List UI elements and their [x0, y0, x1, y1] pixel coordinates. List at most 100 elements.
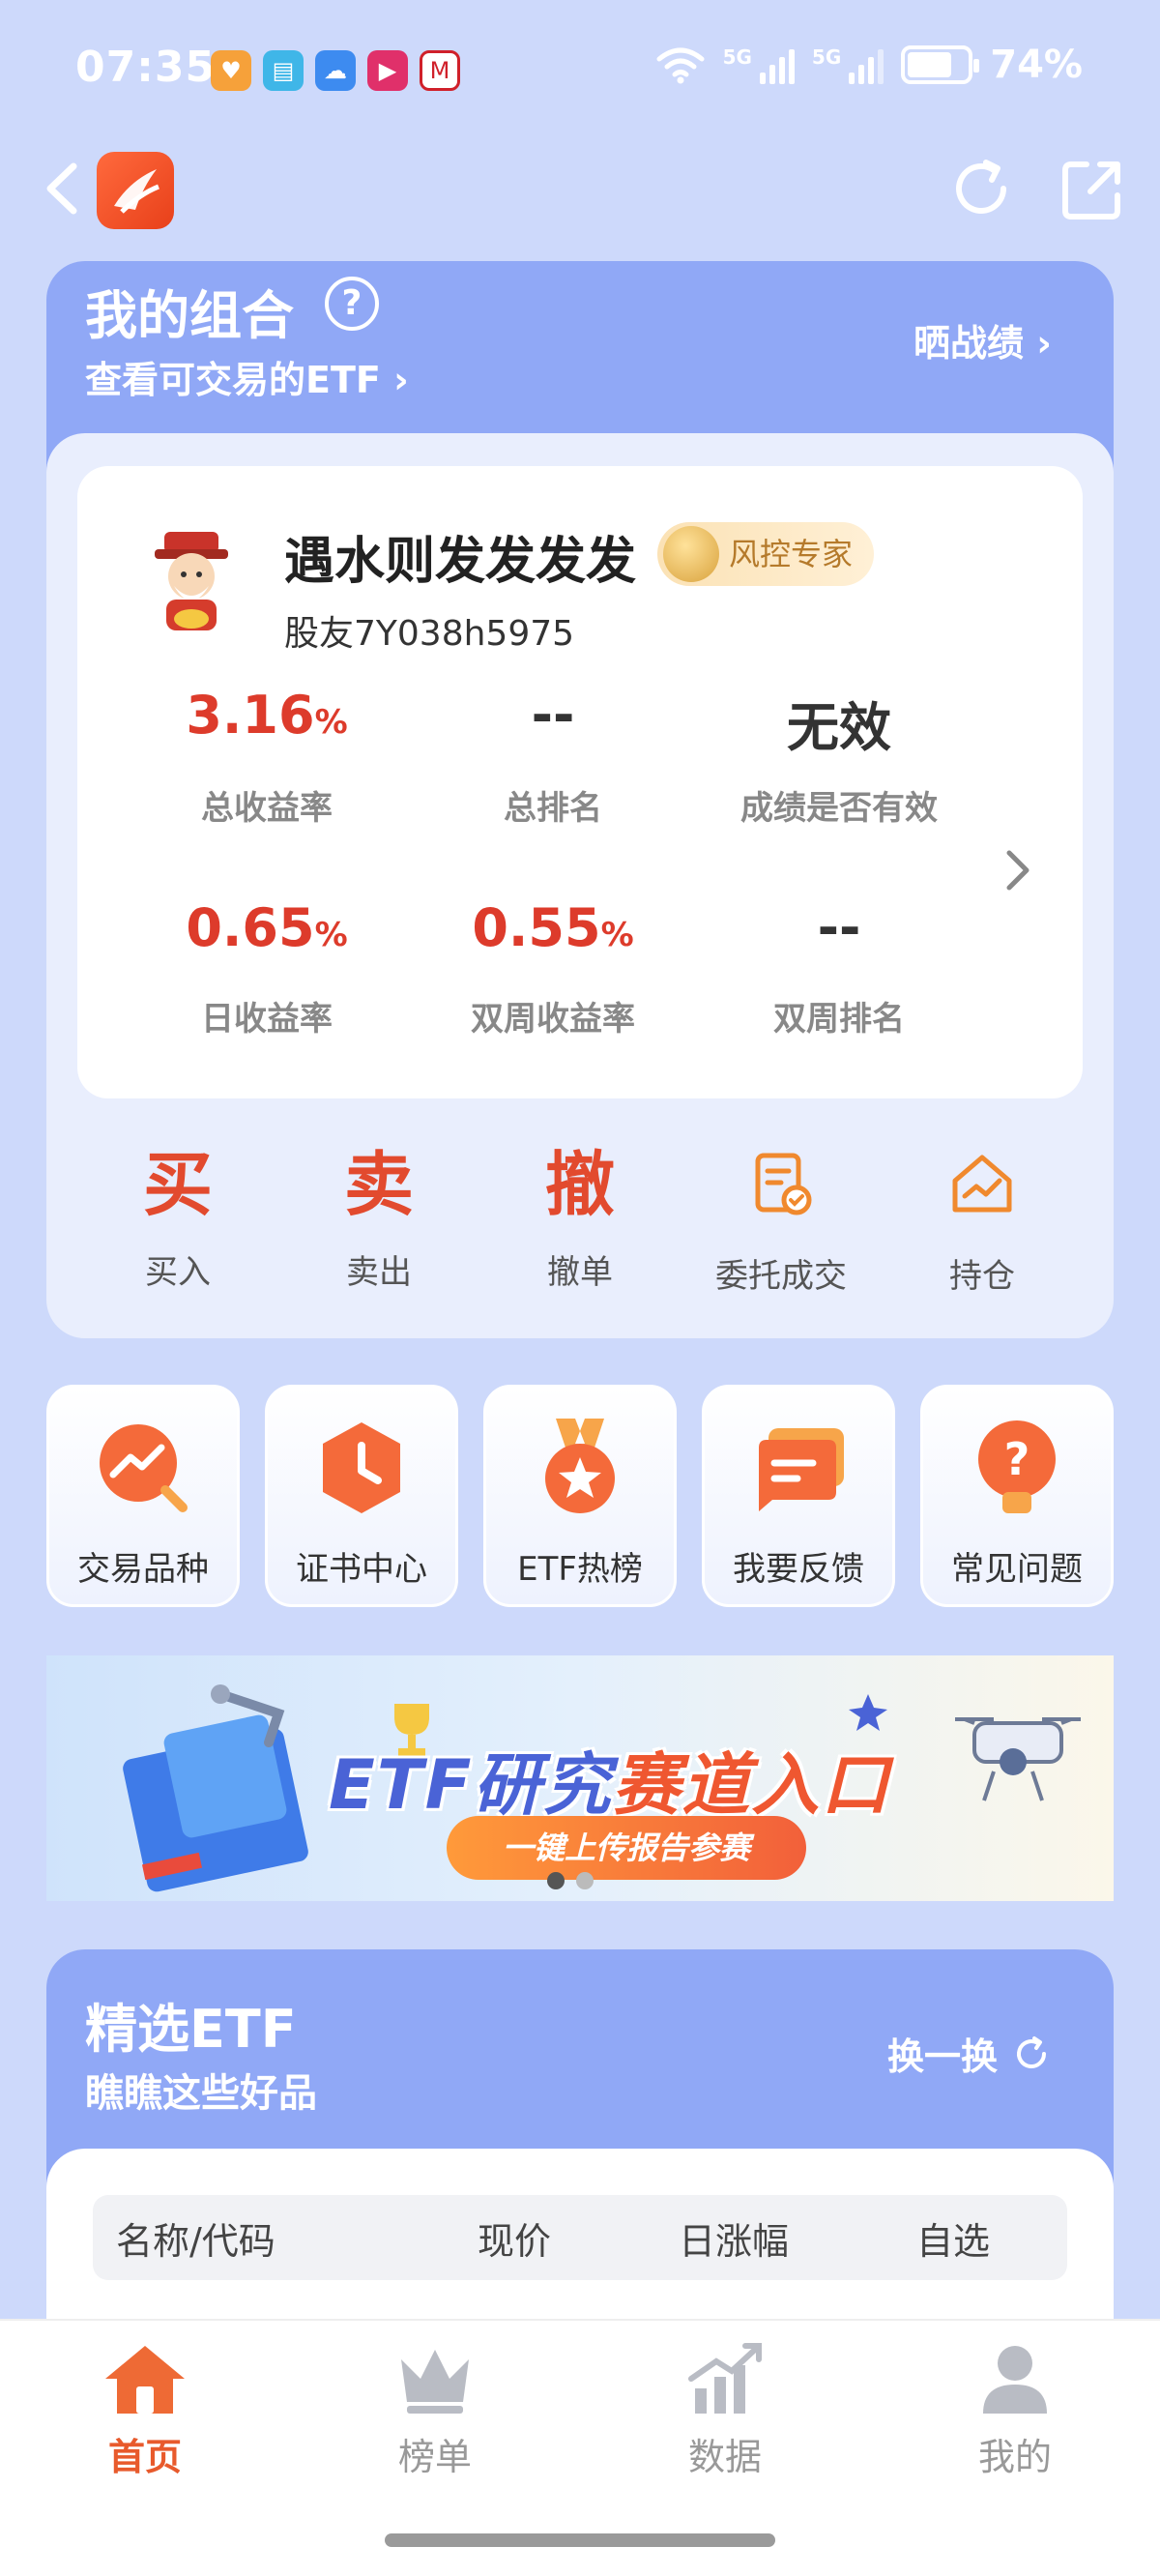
chevron-right-icon[interactable]: [1000, 841, 1038, 899]
portfolio-title: 我的组合: [85, 285, 294, 346]
tile-label: 证书中心: [296, 1550, 427, 1589]
tradable-etf-link[interactable]: 查看可交易的ETF ›: [85, 350, 409, 403]
carousel-dots: [547, 1872, 594, 1889]
featured-title: 精选ETF: [85, 1999, 297, 2060]
weather-app-icon: ☁: [315, 50, 356, 91]
question-bulb-icon: ?: [978, 1420, 1056, 1513]
home-icon: [105, 2346, 185, 2414]
swap-button[interactable]: 换一换: [887, 2027, 1052, 2080]
buy-button[interactable]: 买 买入: [81, 1141, 275, 1297]
orders-label: 委托成交: [715, 1257, 847, 1296]
biweekly-rank-label: 双周排名: [773, 1000, 905, 1039]
chat-bubble-icon: [755, 1428, 844, 1511]
carousel-dot-1[interactable]: [547, 1872, 565, 1889]
holdings-house-icon: [952, 1155, 1012, 1213]
tab-profile[interactable]: 我的: [918, 2340, 1112, 2480]
home-indicator[interactable]: [385, 2533, 775, 2547]
help-icon[interactable]: ?: [325, 277, 379, 331]
daily-return-value: 0.65%: [186, 897, 348, 958]
cancel-order-button[interactable]: 撤 撤单: [483, 1141, 677, 1297]
column-watchlist[interactable]: 自选: [916, 2211, 990, 2265]
column-daily-change[interactable]: 日涨幅: [679, 2211, 789, 2265]
heart-app-icon: ♥: [211, 50, 251, 91]
tab-data[interactable]: 数据: [628, 2340, 822, 2480]
svg-text:?: ?: [1004, 1433, 1030, 1485]
medal-star-icon: [545, 1419, 615, 1513]
refresh-icon[interactable]: [947, 155, 1015, 222]
wifi-icon: [656, 47, 705, 84]
tile-label: ETF热榜: [517, 1550, 643, 1589]
system-icons: 5G 5G 74%: [655, 43, 1083, 87]
tile-feedback[interactable]: 我要反馈: [702, 1385, 895, 1607]
banner-title-part2: 赛道入口: [612, 1745, 891, 1825]
tab-rankings[interactable]: 榜单: [338, 2340, 532, 2480]
total-rank-value: --: [531, 685, 575, 746]
share-icon[interactable]: [1058, 155, 1127, 224]
total-rank-label: 总排名: [504, 789, 602, 828]
validity-value: 无效: [787, 697, 891, 758]
tab-label: 我的: [977, 2436, 1052, 2478]
sell-icon: 卖: [343, 1144, 414, 1225]
avatar: [155, 532, 228, 630]
app-logo: [97, 152, 174, 229]
quick-tiles: 交易品种 证书中心 ETF热榜 我要反馈 ? 常见问题: [46, 1385, 1114, 1607]
banner-title: ETF研究赛道入口: [329, 1731, 890, 1829]
banner-title-part1: ETF研究: [329, 1745, 613, 1825]
network-type-2: 5G: [811, 45, 842, 69]
user-name: 遇水则发发发发: [284, 533, 637, 591]
cancel-order-icon: 撤: [544, 1144, 615, 1225]
holdings-label: 持仓: [949, 1257, 1015, 1296]
status-time: 07:35: [75, 43, 217, 92]
tab-home[interactable]: 首页: [48, 2340, 242, 2480]
orders-button[interactable]: 委托成交: [684, 1141, 878, 1297]
featured-subtitle: 瞧瞧这些好品: [85, 2071, 317, 2116]
bar-chart-icon: [688, 2343, 762, 2414]
sell-label: 卖出: [346, 1253, 412, 1292]
tradable-etf-label: 查看可交易的ETF: [85, 359, 381, 401]
biweekly-rank-value: --: [817, 897, 861, 958]
signal-2-icon: 5G: [812, 45, 884, 84]
clock-badge-icon: [323, 1422, 400, 1513]
sell-button[interactable]: 卖 卖出: [282, 1141, 476, 1297]
medal-icon: [663, 526, 719, 582]
column-price[interactable]: 现价: [478, 2211, 551, 2265]
upload-report-button[interactable]: 一键上传报告参赛: [447, 1816, 806, 1880]
bank-app-icon: M: [420, 50, 460, 91]
tab-label: 数据: [687, 2436, 762, 2478]
holdings-button[interactable]: 持仓: [885, 1141, 1079, 1297]
total-return-label: 总收益率: [201, 789, 333, 828]
tile-label: 我要反馈: [733, 1550, 864, 1589]
order-document-icon: [755, 1153, 812, 1215]
biweekly-return-label: 双周收益率: [471, 1000, 635, 1039]
user-id: 股友7Y038h5975: [284, 614, 575, 654]
cancel-order-label: 撤单: [547, 1253, 613, 1292]
column-name-code[interactable]: 名称/代码: [116, 2211, 276, 2265]
chevron-right-icon: ›: [1036, 322, 1052, 365]
trend-search-icon: [100, 1424, 188, 1512]
biweekly-return-value: 0.55%: [472, 897, 634, 958]
carousel-dot-2[interactable]: [576, 1872, 594, 1889]
signal-1-icon: 5G: [723, 45, 795, 84]
daily-return-label: 日收益率: [201, 1000, 333, 1039]
validity-label: 成绩是否有效: [740, 789, 938, 828]
tile-certificate-center[interactable]: 证书中心: [265, 1385, 458, 1607]
battery-icon: [901, 45, 980, 84]
swap-label: 换一换: [887, 2035, 999, 2078]
total-return-value: 3.16%: [186, 685, 348, 746]
crown-icon: [401, 2350, 469, 2414]
tab-label: 首页: [107, 2436, 182, 2478]
share-result-button[interactable]: 晒战绩 ›: [914, 313, 1052, 366]
tile-label: 交易品种: [77, 1550, 209, 1589]
network-type-1: 5G: [722, 45, 752, 69]
tile-trade-varieties[interactable]: 交易品种: [46, 1385, 240, 1607]
notification-app-icons: ♥ ▤ ☁ ▶ M: [211, 50, 460, 91]
tile-etf-hot-list[interactable]: ETF热榜: [483, 1385, 677, 1607]
trade-actions: 买 买入 卖 卖出 撤 撤单 委托成交 持仓: [81, 1141, 1079, 1297]
chevron-left-icon[interactable]: [35, 155, 93, 222]
buy-label: 买入: [145, 1253, 211, 1292]
tile-faq[interactable]: ? 常见问题: [920, 1385, 1114, 1607]
video-app-icon: ▶: [367, 50, 408, 91]
tab-label: 榜单: [397, 2436, 472, 2478]
share-result-label: 晒战绩: [914, 322, 1025, 365]
refresh-icon: [1017, 2035, 1047, 2068]
